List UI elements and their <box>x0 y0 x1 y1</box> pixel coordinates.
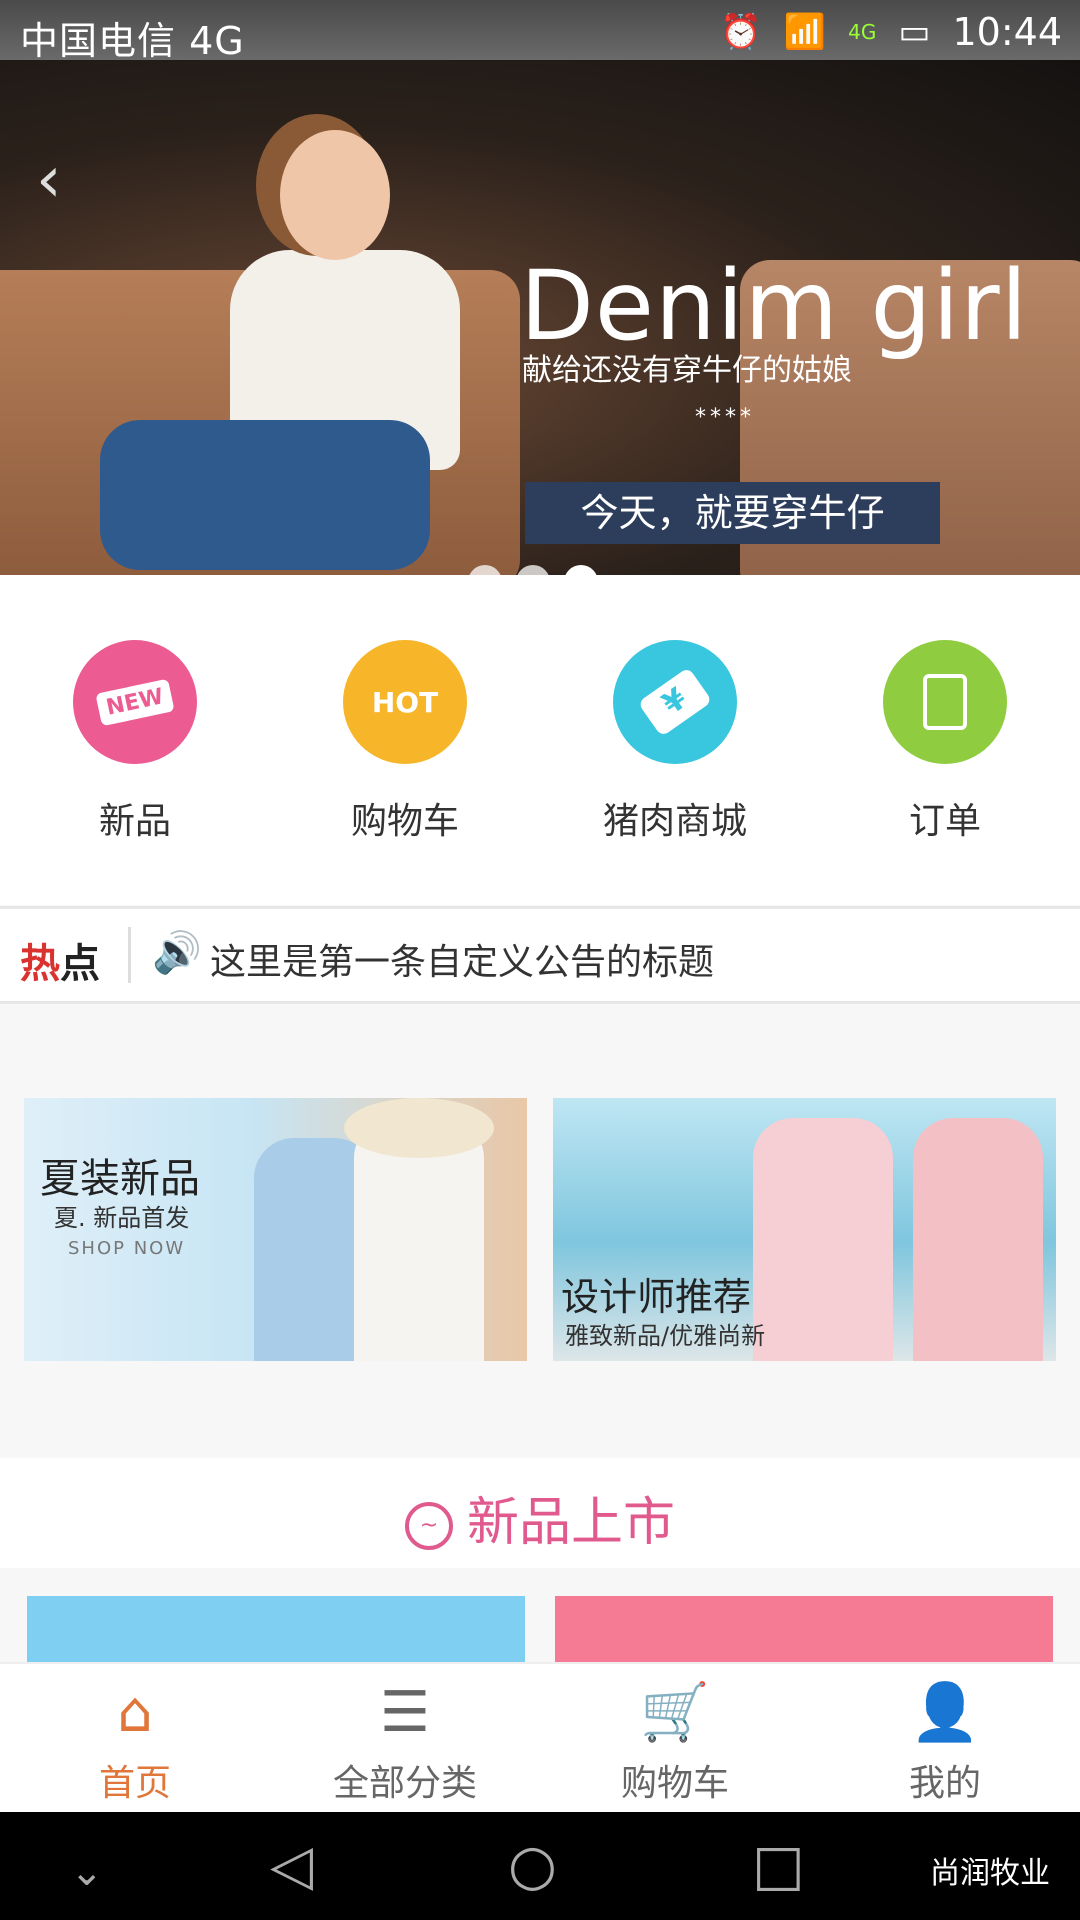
hero-cta-banner[interactable]: 今天，就要穿牛仔 <box>525 482 940 544</box>
recents-square-icon[interactable]: □ <box>752 1836 805 1896</box>
menu-icon: ☰ <box>379 1680 431 1745</box>
watermark-text: 尚润牧业 <box>930 1856 1050 1891</box>
hero-carousel[interactable]: ‹ Denim girl 献给还没有穿牛仔的姑娘 **** 今天，就要穿牛仔 <box>0 60 1080 575</box>
carousel-dot[interactable] <box>468 565 502 575</box>
speaker-icon: 🔊 <box>152 930 202 976</box>
home-circle-icon[interactable]: ○ <box>508 1836 557 1896</box>
promo-subtitle: 雅致新品/优雅尚新 <box>565 1322 766 1350</box>
promo-banner-designer[interactable]: 设计师推荐 雅致新品/优雅尚新 <box>553 1098 1056 1361</box>
alarm-icon: ⏰ <box>719 12 762 52</box>
promo-banner-summer[interactable]: 夏装新品 夏. 新品首发 SHOP NOW <box>24 1098 527 1361</box>
promo-title: 夏装新品 <box>40 1156 200 1202</box>
quick-menu-item-cart[interactable]: HOT 购物车 <box>305 640 505 844</box>
tab-cart[interactable]: 🛒 购物车 <box>540 1678 810 1806</box>
notice-divider <box>128 927 131 983</box>
carousel-dot-active[interactable] <box>564 565 598 575</box>
user-icon: 👤 <box>910 1680 980 1745</box>
product-card[interactable] <box>555 1596 1053 1666</box>
quick-menu-item-orders[interactable]: 订单 <box>845 640 1045 844</box>
cart-icon: 🛒 <box>640 1680 710 1745</box>
tab-mine[interactable]: 👤 我的 <box>810 1678 1080 1806</box>
clock-time: 10:44 <box>952 10 1062 54</box>
section-title: 新品上市 <box>466 1493 675 1553</box>
home-icon: ⌂ <box>117 1680 153 1745</box>
back-chevron-icon[interactable]: ‹ <box>36 148 80 212</box>
promo-title: 设计师推荐 <box>561 1275 752 1319</box>
wifi-icon: 📶 <box>783 12 827 52</box>
quick-menu-item-new[interactable]: NEW 新品 <box>35 640 235 844</box>
status-bar: 中国电信 4G ⏰ 📶 4G ▭ 10:44 <box>0 0 1080 63</box>
section-header: ~ 新品上市 <box>0 1458 1080 1568</box>
hot-flame-icon: HOT <box>343 640 467 764</box>
hot-tag: 热点 <box>20 941 100 987</box>
battery-icon: ▭ <box>898 12 931 52</box>
promo-subtitle: 夏. 新品首发 <box>54 1204 190 1232</box>
hero-model-figure <box>100 90 470 570</box>
product-card[interactable] <box>27 1596 525 1666</box>
chevron-down-icon[interactable]: ⌄ <box>70 1842 104 1902</box>
system-nav-bar: ⌄ ◁ ○ □ 尚润牧业 <box>0 1812 1080 1920</box>
back-triangle-icon[interactable]: ◁ <box>270 1836 313 1896</box>
carrier-text: 中国电信 4G <box>20 19 245 63</box>
price-tag-icon: ¥ <box>613 640 737 764</box>
notice-text[interactable]: 这里是第一条自定义公告的标题 <box>210 933 714 985</box>
network-badge: 4G <box>848 20 877 44</box>
hero-subtitle: 献给还没有穿牛仔的姑娘 <box>522 353 852 388</box>
promo-tag: SHOP NOW <box>68 1238 186 1259</box>
quick-menu-item-pork-mall[interactable]: ¥ 猪肉商城 <box>575 640 775 844</box>
carousel-dot[interactable] <box>516 565 550 575</box>
hero-stars: **** <box>695 405 755 430</box>
new-tag-icon: NEW <box>73 640 197 764</box>
bottom-tab-bar: ⌂ 首页 ☰ 全部分类 🛒 购物车 👤 我的 <box>0 1662 1080 1814</box>
carousel-dots <box>468 565 598 575</box>
hot-notice-bar[interactable]: 热点 🔊 这里是第一条自定义公告的标题 <box>0 906 1080 1004</box>
clipboard-icon <box>883 640 1007 764</box>
quick-menu: NEW 新品 HOT 购物车 ¥ 猪肉商城 订单 <box>0 575 1080 905</box>
tab-all-categories[interactable]: ☰ 全部分类 <box>270 1678 540 1806</box>
tab-home[interactable]: ⌂ 首页 <box>0 1678 270 1806</box>
message-bubble-icon: ~ <box>404 1502 453 1550</box>
